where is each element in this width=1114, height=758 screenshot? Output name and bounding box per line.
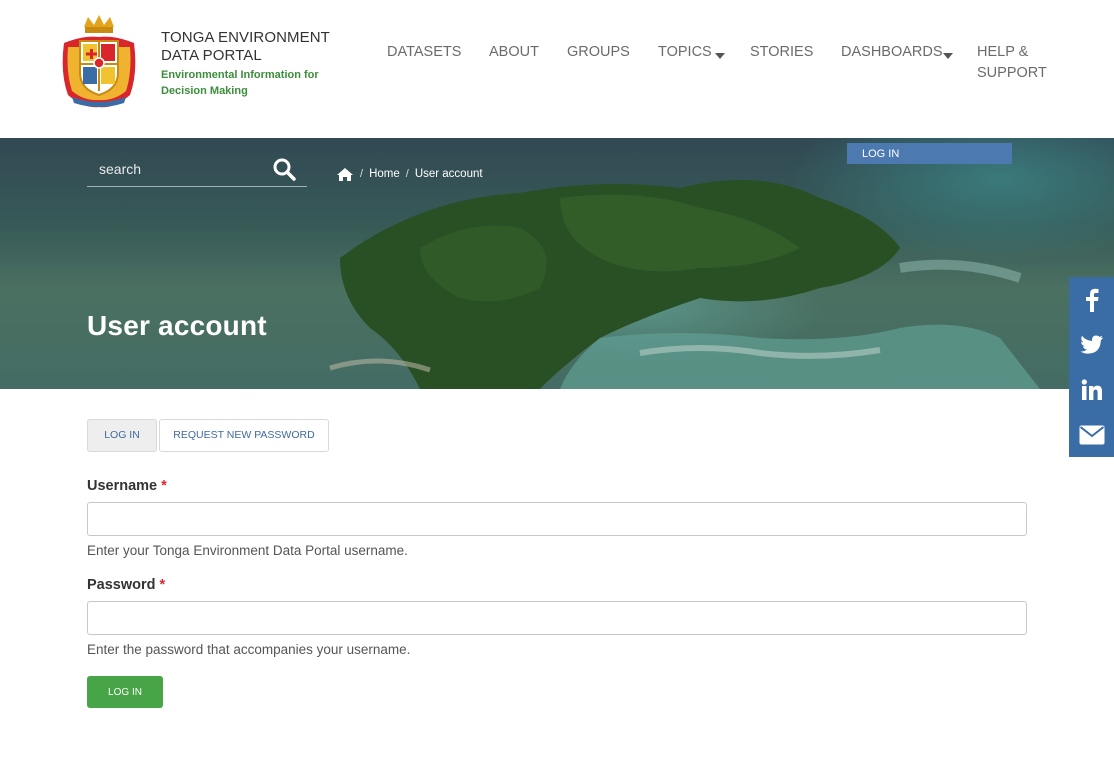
breadcrumb-home[interactable]: Home [369, 168, 400, 180]
nav-item-stories[interactable]: STORIES [750, 42, 813, 63]
password-field[interactable] [87, 601, 1027, 635]
site-name[interactable]: TONGA ENVIRONMENT DATA PORTAL [161, 29, 351, 65]
username-help-text: Enter your Tonga Environment Data Portal… [87, 543, 408, 558]
linkedin-icon[interactable] [1069, 367, 1114, 412]
site-header: TONGA ENVIRONMENT DATA PORTAL Environmen… [0, 0, 1114, 138]
username-field[interactable] [87, 502, 1027, 536]
password-label-text: Password [87, 577, 156, 593]
twitter-icon[interactable] [1069, 322, 1114, 367]
nav-item-groups[interactable]: GROUPS [567, 42, 630, 63]
nav-item-datasets[interactable]: DATASETS [387, 42, 461, 63]
breadcrumb-separator: / [405, 168, 409, 180]
chevron-down-icon[interactable] [715, 53, 725, 59]
password-help-text: Enter the password that accompanies your… [87, 642, 411, 657]
username-label: Username * [87, 478, 167, 494]
page-title: User account [87, 310, 267, 341]
search-form [87, 152, 307, 187]
nav-item-about[interactable]: ABOUT [489, 42, 539, 63]
log-in-button[interactable]: LOG IN [87, 676, 163, 708]
password-label: Password * [87, 577, 165, 593]
site-slogan: Environmental Information for Decision M… [161, 69, 319, 97]
chevron-down-icon[interactable] [943, 53, 953, 59]
required-marker: * [161, 478, 167, 494]
email-icon[interactable] [1069, 412, 1114, 457]
breadcrumb: / Home / User account [336, 164, 483, 184]
required-marker: * [159, 577, 166, 593]
tab-request-new-password[interactable]: REQUEST NEW PASSWORD [159, 419, 329, 452]
tab-log-in[interactable]: LOG IN [87, 419, 157, 452]
breadcrumb-separator: / [360, 168, 364, 180]
home-icon[interactable] [336, 167, 354, 182]
nav-item-help-support[interactable]: HELP & SUPPORT [977, 42, 1057, 84]
nav-item-dashboards[interactable]: DASHBOARDS [841, 42, 943, 63]
tonga-coat-of-arms-icon[interactable] [54, 13, 144, 109]
search-icon[interactable] [272, 157, 296, 181]
breadcrumb-current: User account [414, 168, 483, 180]
nav-item-topics[interactable]: TOPICS [658, 42, 712, 63]
facebook-icon[interactable] [1069, 277, 1114, 322]
search-input[interactable] [87, 152, 267, 186]
username-label-text: Username [87, 478, 158, 494]
header-login-link[interactable]: LOG IN [847, 143, 1012, 164]
social-share-bar [1069, 277, 1114, 457]
